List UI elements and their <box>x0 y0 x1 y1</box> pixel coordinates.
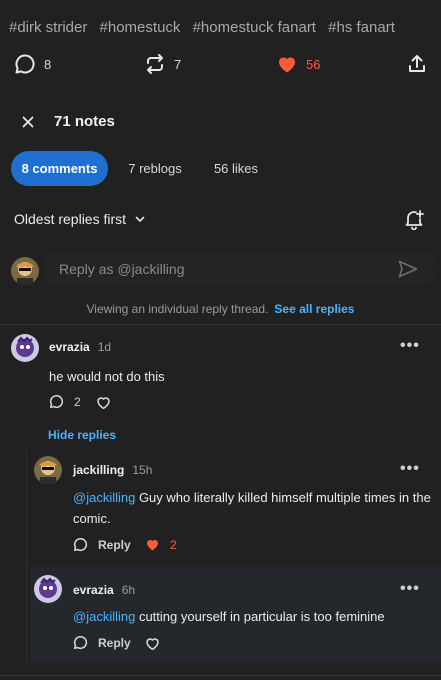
notes-title: 71 notes <box>54 113 115 130</box>
mention-link[interactable]: @jackilling <box>73 490 135 505</box>
more-options-icon[interactable]: ••• <box>400 580 420 598</box>
tab-likes[interactable]: 56 likes <box>204 151 268 186</box>
share-button[interactable] <box>406 53 428 75</box>
comment-header: evrazia 1d <box>49 340 111 354</box>
username[interactable]: evrazia <box>49 340 90 354</box>
more-options-icon[interactable]: ••• <box>400 460 420 478</box>
timestamp: 15h <box>132 463 153 477</box>
send-button[interactable] <box>398 260 418 278</box>
comment-icon <box>73 537 88 552</box>
comments-count: 8 <box>44 56 52 72</box>
divider <box>0 675 441 676</box>
username[interactable]: jackilling <box>73 463 124 477</box>
divider <box>0 324 441 325</box>
like-button[interactable]: 56 <box>276 53 320 75</box>
replies-button[interactable]: 2 <box>49 394 81 409</box>
reply-likes: 2 <box>170 537 177 552</box>
sort-dropdown[interactable]: Oldest replies first <box>14 211 146 227</box>
send-icon <box>398 260 418 278</box>
heart-outline-icon <box>96 395 111 410</box>
avatar[interactable] <box>34 456 62 484</box>
user-avatar <box>11 257 39 285</box>
mention-link[interactable]: @jackilling <box>73 609 135 624</box>
heart-filled-icon <box>145 537 160 552</box>
close-icon[interactable] <box>22 116 34 128</box>
reblog-button[interactable]: 7 <box>144 53 181 75</box>
reply-body: cutting yourself in particular is too fe… <box>135 609 385 624</box>
tag-link[interactable]: #homestuck fanart <box>193 19 316 36</box>
avatar[interactable] <box>11 334 39 362</box>
like-comment-button[interactable] <box>96 395 111 410</box>
reply-count: 2 <box>74 394 81 409</box>
comment-icon <box>14 53 36 75</box>
timestamp: 1d <box>97 340 112 354</box>
reblogs-count: 7 <box>174 56 182 72</box>
likes-count: 56 <box>306 56 321 72</box>
heart-outline-icon <box>145 636 160 651</box>
reply-button[interactable]: Reply <box>73 537 131 552</box>
thread-notice-text: Viewing an individual reply thread. <box>86 302 269 316</box>
tag-link[interactable]: #homestuck <box>100 19 181 36</box>
bell-plus-icon <box>403 208 425 230</box>
reply-label: Reply <box>98 635 131 650</box>
reply-placeholder: Reply as @jackilling <box>59 261 185 277</box>
like-reply-button[interactable]: 2 <box>145 537 177 552</box>
notes-header: 71 notes <box>22 113 115 130</box>
tag-link[interactable]: #hs fanart <box>328 19 395 36</box>
heart-filled-icon <box>276 53 298 75</box>
tag-link[interactable]: #dirk strider <box>9 19 87 36</box>
see-all-replies-link[interactable]: See all replies <box>274 302 354 316</box>
reblog-icon <box>144 53 166 75</box>
username[interactable]: evrazia <box>73 583 114 597</box>
reply-input[interactable]: Reply as @jackilling <box>45 252 433 286</box>
reply-header: jackilling 15h <box>73 463 152 477</box>
reply-text: @jackilling Guy who literally killed him… <box>73 487 433 529</box>
timestamp: 6h <box>121 583 136 597</box>
tab-reblogs[interactable]: 7 reblogs <box>118 151 192 186</box>
reply-label: Reply <box>98 537 131 552</box>
more-options-icon[interactable]: ••• <box>400 337 420 355</box>
share-icon <box>406 53 428 75</box>
avatar[interactable] <box>34 575 62 603</box>
notification-bell-button[interactable] <box>403 208 425 230</box>
comment-text: he would not do this <box>49 369 165 384</box>
reply-button[interactable]: Reply <box>73 635 131 650</box>
comment-icon <box>73 635 88 650</box>
tab-comments[interactable]: 8 comments <box>11 151 108 186</box>
chevron-down-icon <box>134 213 146 225</box>
reply-text: @jackilling cutting yourself in particul… <box>73 606 433 627</box>
thread-notice: Viewing an individual reply thread. See a… <box>0 302 441 316</box>
post-tags: #dirk strider #homestuck #homestuck fana… <box>9 19 403 36</box>
sort-label: Oldest replies first <box>14 211 127 227</box>
comment-icon <box>49 394 64 409</box>
comments-button[interactable]: 8 <box>14 53 51 75</box>
thread-line <box>26 450 27 665</box>
reply-header: evrazia 6h <box>73 583 135 597</box>
like-reply-button[interactable] <box>145 636 160 651</box>
hide-replies-link[interactable]: Hide replies <box>48 428 116 442</box>
